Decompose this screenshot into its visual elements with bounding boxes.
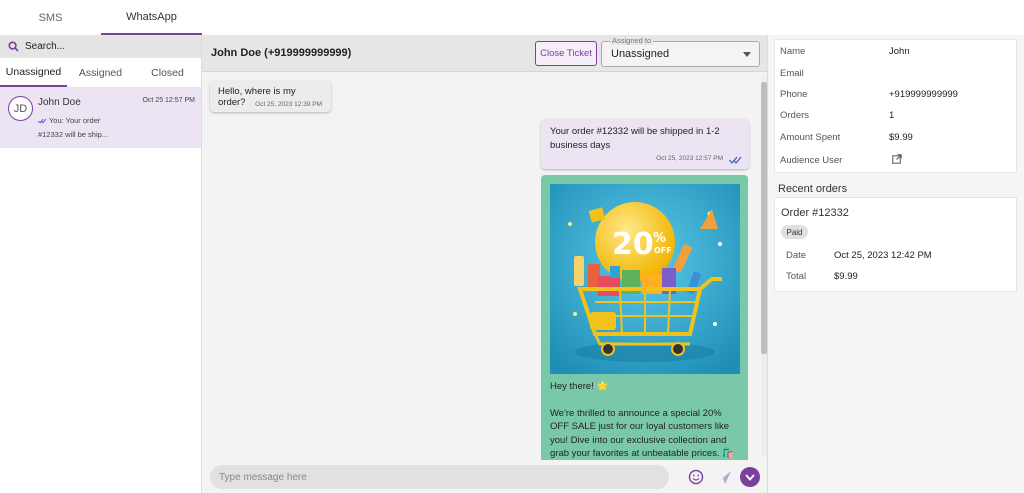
app-root: SMS WhatsApp Unassigned Assigned Closed … (0, 0, 1024, 493)
profile-label-phone: Phone (780, 89, 808, 100)
order-date-value: Oct 25, 2023 12:42 PM (834, 250, 932, 261)
order-number: Order #12332 (781, 207, 849, 219)
caret-down-icon (743, 52, 751, 57)
profile-label-audience: Audience User (780, 155, 843, 166)
conversation-list-panel: Unassigned Assigned Closed JD John Doe O… (0, 35, 202, 493)
chat-header: John Doe (+919999999999) Close Ticket As… (202, 35, 767, 72)
channel-tabs: SMS WhatsApp (0, 0, 202, 35)
conversation-time: Oct 25 12:57 PM (142, 97, 195, 104)
discount-off: OFF (654, 246, 672, 255)
assigned-to-value: Unassigned (611, 48, 670, 60)
filter-tabs: Unassigned Assigned Closed (0, 58, 201, 88)
promo-greeting: Hey there! 🌟 (550, 381, 609, 392)
conversation-item[interactable]: JD John Doe Oct 25 12:57 PM You: Your or… (0, 88, 201, 148)
profile-value-phone: +919999999999 (889, 89, 958, 100)
message-time: Oct 25, 2023 12:57 PM (656, 155, 723, 162)
discount-number: 20 (612, 227, 654, 262)
assigned-to-label: Assigned to (610, 36, 654, 45)
order-date-label: Date (786, 250, 807, 261)
profile-label-orders: Orders (780, 110, 810, 121)
double-check-icon (38, 118, 47, 124)
order-card: Order #12332 Paid Date Oct 25, 2023 12:4… (774, 197, 1017, 292)
preview-line-1: You: Your order (48, 116, 101, 125)
avatar: JD (8, 96, 33, 121)
emoji-icon[interactable] (688, 469, 704, 485)
tab-sms[interactable]: SMS (0, 0, 101, 35)
message-list[interactable]: Hello, where is my order? Oct 25, 2023 1… (202, 72, 768, 460)
promo-image: 20 % OFF (550, 184, 740, 374)
status-badge: Paid (781, 225, 808, 239)
conversation-preview: You: Your order #12332 will be ship... (38, 114, 118, 142)
promo-message: 20 % OFF Hey there! 🌟 We're thrilled to … (541, 175, 748, 460)
profile-value-amount: $9.99 (889, 132, 913, 143)
scroll-thumb[interactable] (761, 82, 767, 354)
double-check-icon (729, 156, 742, 164)
promo-body: We're thrilled to announce a special 20%… (550, 407, 734, 460)
chat-scrollbar[interactable] (761, 74, 767, 456)
send-icon[interactable] (716, 469, 732, 485)
chevron-down-icon (745, 473, 755, 481)
order-total-value: $9.99 (834, 271, 858, 282)
external-link-icon[interactable] (892, 154, 902, 164)
profile-value-orders: 1 (889, 110, 895, 121)
scroll-down-button[interactable] (740, 467, 760, 487)
message-time: Oct 25, 2023 12:39 PM (255, 101, 322, 108)
profile-label-email: Email (780, 68, 804, 79)
search-input[interactable] (25, 41, 185, 52)
discount-percent: % (653, 231, 666, 246)
message-text: Your order #12332 will be shipped in 1-2… (550, 126, 720, 151)
profile-card: Name John Email Phone +919999999999 Orde… (774, 39, 1017, 173)
profile-label-amount: Amount Spent (780, 132, 841, 143)
outgoing-message: Your order #12332 will be shipped in 1-2… (541, 119, 749, 169)
chat-panel: John Doe (+919999999999) Close Ticket As… (202, 35, 768, 493)
search-bar (0, 35, 201, 58)
search-icon (8, 41, 19, 52)
tab-assigned[interactable]: Assigned (67, 58, 134, 87)
promo-text: Hey there! 🌟 We're thrilled to announce … (550, 380, 742, 460)
customer-details-panel: Name John Email Phone +919999999999 Orde… (768, 35, 1024, 493)
sale-cart-illustration: 20 % OFF (550, 184, 740, 374)
tab-closed[interactable]: Closed (134, 58, 201, 87)
message-input[interactable] (210, 465, 669, 489)
assigned-to-select[interactable]: Assigned to Unassigned (601, 36, 760, 67)
incoming-message: Hello, where is my order? Oct 25, 2023 1… (210, 81, 331, 112)
profile-label-name: Name (780, 46, 806, 57)
tab-whatsapp[interactable]: WhatsApp (101, 0, 202, 35)
contact-name: John Doe (38, 97, 81, 108)
tab-unassigned[interactable]: Unassigned (0, 58, 67, 87)
recent-orders-title: Recent orders (778, 183, 848, 195)
message-composer (202, 460, 768, 493)
close-ticket-button[interactable]: Close Ticket (535, 41, 597, 66)
chat-title: John Doe (+919999999999) (211, 47, 352, 59)
preview-line-2: #12332 will be ship... (38, 130, 109, 139)
profile-value-name: John (889, 46, 910, 57)
order-total-label: Total (786, 271, 807, 282)
